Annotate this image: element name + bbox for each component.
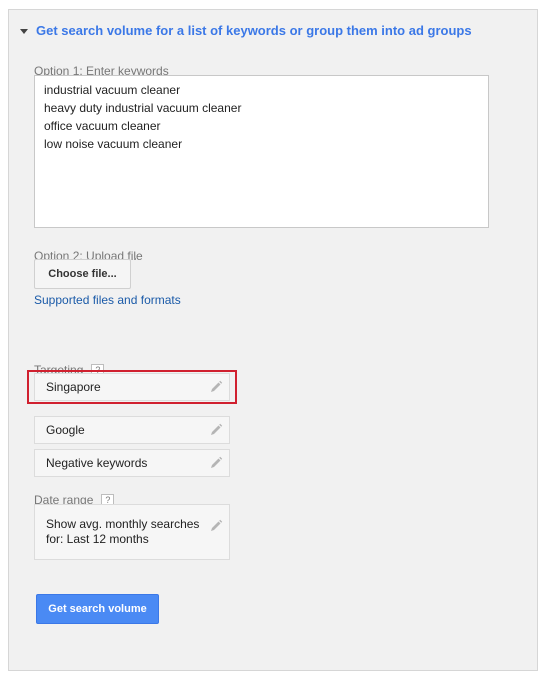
date-range-line-2: for: Last 12 months bbox=[46, 532, 149, 546]
date-range-selector[interactable]: Show avg. monthly searches for: Last 12 … bbox=[34, 504, 230, 560]
targeting-network-google[interactable]: Google bbox=[34, 416, 230, 444]
targeting-negative-keywords[interactable]: Negative keywords bbox=[34, 449, 230, 477]
section-header[interactable]: Get search volume for a list of keywords… bbox=[20, 23, 472, 38]
date-range-line-1: Show avg. monthly searches bbox=[46, 517, 200, 531]
get-search-volume-button[interactable]: Get search volume bbox=[36, 594, 159, 624]
keywords-textarea[interactable]: industrial vacuum cleaner heavy duty ind… bbox=[34, 75, 489, 228]
keyword-line: heavy duty industrial vacuum cleaner bbox=[44, 101, 242, 115]
collapse-triangle-icon[interactable] bbox=[20, 28, 28, 34]
supported-files-link[interactable]: Supported files and formats bbox=[34, 293, 181, 307]
keyword-line: office vacuum cleaner bbox=[44, 119, 161, 133]
section-title[interactable]: Get search volume for a list of keywords… bbox=[36, 23, 472, 38]
pencil-icon[interactable] bbox=[209, 423, 223, 437]
pencil-icon[interactable] bbox=[209, 456, 223, 470]
highlight-box bbox=[27, 370, 237, 404]
keyword-line: low noise vacuum cleaner bbox=[44, 137, 183, 151]
keyword-line: industrial vacuum cleaner bbox=[44, 83, 181, 97]
pencil-icon[interactable] bbox=[209, 519, 223, 533]
targeting-item-label: Negative keywords bbox=[46, 456, 148, 470]
choose-file-button[interactable]: Choose file... bbox=[34, 259, 131, 289]
targeting-item-label: Google bbox=[46, 423, 85, 437]
file-status-mark bbox=[134, 258, 136, 260]
